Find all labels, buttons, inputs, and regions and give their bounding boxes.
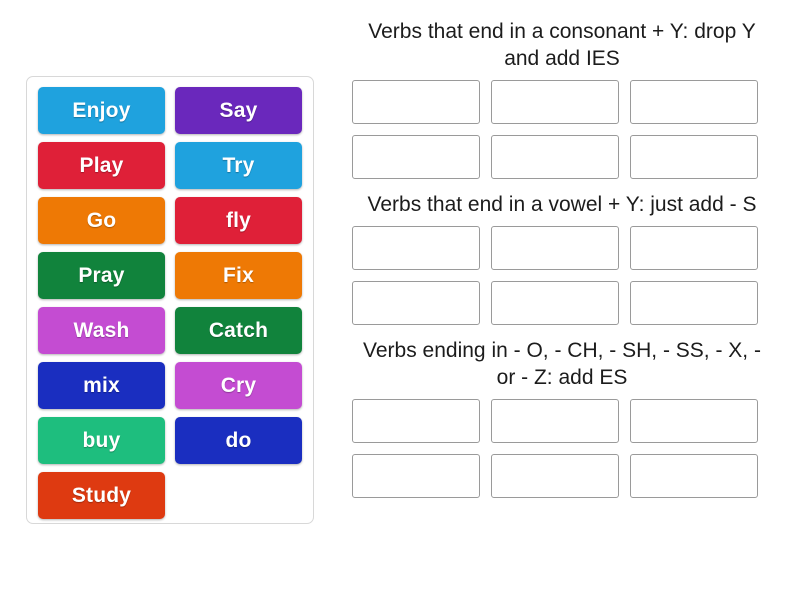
tile-cell[interactable]: Play xyxy=(33,138,170,193)
tile-cell[interactable]: mix xyxy=(33,358,170,413)
category-group: Verbs that end in a consonant + Y: drop … xyxy=(352,18,772,179)
category-group-title: Verbs ending in - O, - CH, - SH, - SS, -… xyxy=(363,339,761,389)
drop-slot[interactable] xyxy=(491,135,619,179)
tile-cell[interactable]: Enjoy xyxy=(33,83,170,138)
word-tile[interactable]: Study xyxy=(38,472,165,519)
drop-slot[interactable] xyxy=(630,80,758,124)
category-groups: Verbs that end in a consonant + Y: drop … xyxy=(352,18,772,582)
drop-slot[interactable] xyxy=(352,226,480,270)
tile-cell[interactable]: Pray xyxy=(33,248,170,303)
drop-slot-grid xyxy=(352,399,772,498)
drop-slot[interactable] xyxy=(491,399,619,443)
word-tile[interactable]: Try xyxy=(175,142,302,189)
drop-slot[interactable] xyxy=(630,135,758,179)
tile-cell[interactable]: Fix xyxy=(170,248,307,303)
word-tile[interactable]: fly xyxy=(175,197,302,244)
word-tile-bank: Enjoy Say Play Try Go fly Pray Fix Wash Catch mix C… xyxy=(26,76,314,524)
word-tile[interactable]: Enjoy xyxy=(38,87,165,134)
tile-cell[interactable]: Cry xyxy=(170,358,307,413)
drop-slot[interactable] xyxy=(630,454,758,498)
drop-slot[interactable] xyxy=(630,226,758,270)
tile-cell[interactable]: do xyxy=(170,413,307,468)
word-tile[interactable]: Cry xyxy=(175,362,302,409)
word-tile[interactable]: Say xyxy=(175,87,302,134)
word-tile[interactable]: Wash xyxy=(38,307,165,354)
word-tile[interactable]: do xyxy=(175,417,302,464)
word-tile-placeholder xyxy=(175,472,302,519)
tile-cell[interactable]: Catch xyxy=(170,303,307,358)
tile-cell[interactable]: Wash xyxy=(33,303,170,358)
drop-slot-grid xyxy=(352,80,772,179)
word-tile[interactable]: buy xyxy=(38,417,165,464)
drop-slot[interactable] xyxy=(630,399,758,443)
tile-cell-empty xyxy=(170,468,307,523)
category-group: Verbs ending in - O, - CH, - SH, - SS, -… xyxy=(352,337,772,498)
tile-cell[interactable]: Say xyxy=(170,83,307,138)
drop-slot[interactable] xyxy=(352,135,480,179)
word-tile[interactable]: Catch xyxy=(175,307,302,354)
drop-slot[interactable] xyxy=(352,399,480,443)
drop-slot[interactable] xyxy=(352,281,480,325)
tile-cell[interactable]: Try xyxy=(170,138,307,193)
drop-slot[interactable] xyxy=(491,80,619,124)
drop-slot[interactable] xyxy=(352,80,480,124)
drop-slot[interactable] xyxy=(491,281,619,325)
drop-slot[interactable] xyxy=(491,454,619,498)
drop-slot[interactable] xyxy=(352,454,480,498)
drop-slot[interactable] xyxy=(491,226,619,270)
word-tile[interactable]: Fix xyxy=(175,252,302,299)
tile-cell[interactable]: buy xyxy=(33,413,170,468)
category-group-title: Verbs that end in a vowel + Y: just add … xyxy=(367,193,757,216)
tile-cell[interactable]: Go xyxy=(33,193,170,248)
word-tile[interactable]: Go xyxy=(38,197,165,244)
tile-cell[interactable]: Study xyxy=(33,468,170,523)
word-tile[interactable]: Play xyxy=(38,142,165,189)
tile-cell[interactable]: fly xyxy=(170,193,307,248)
drop-slot[interactable] xyxy=(630,281,758,325)
word-tile[interactable]: Pray xyxy=(38,252,165,299)
category-group: Verbs that end in a vowel + Y: just add … xyxy=(352,191,772,325)
category-group-title: Verbs that end in a consonant + Y: drop … xyxy=(368,20,756,70)
word-tile[interactable]: mix xyxy=(38,362,165,409)
drop-slot-grid xyxy=(352,226,772,325)
